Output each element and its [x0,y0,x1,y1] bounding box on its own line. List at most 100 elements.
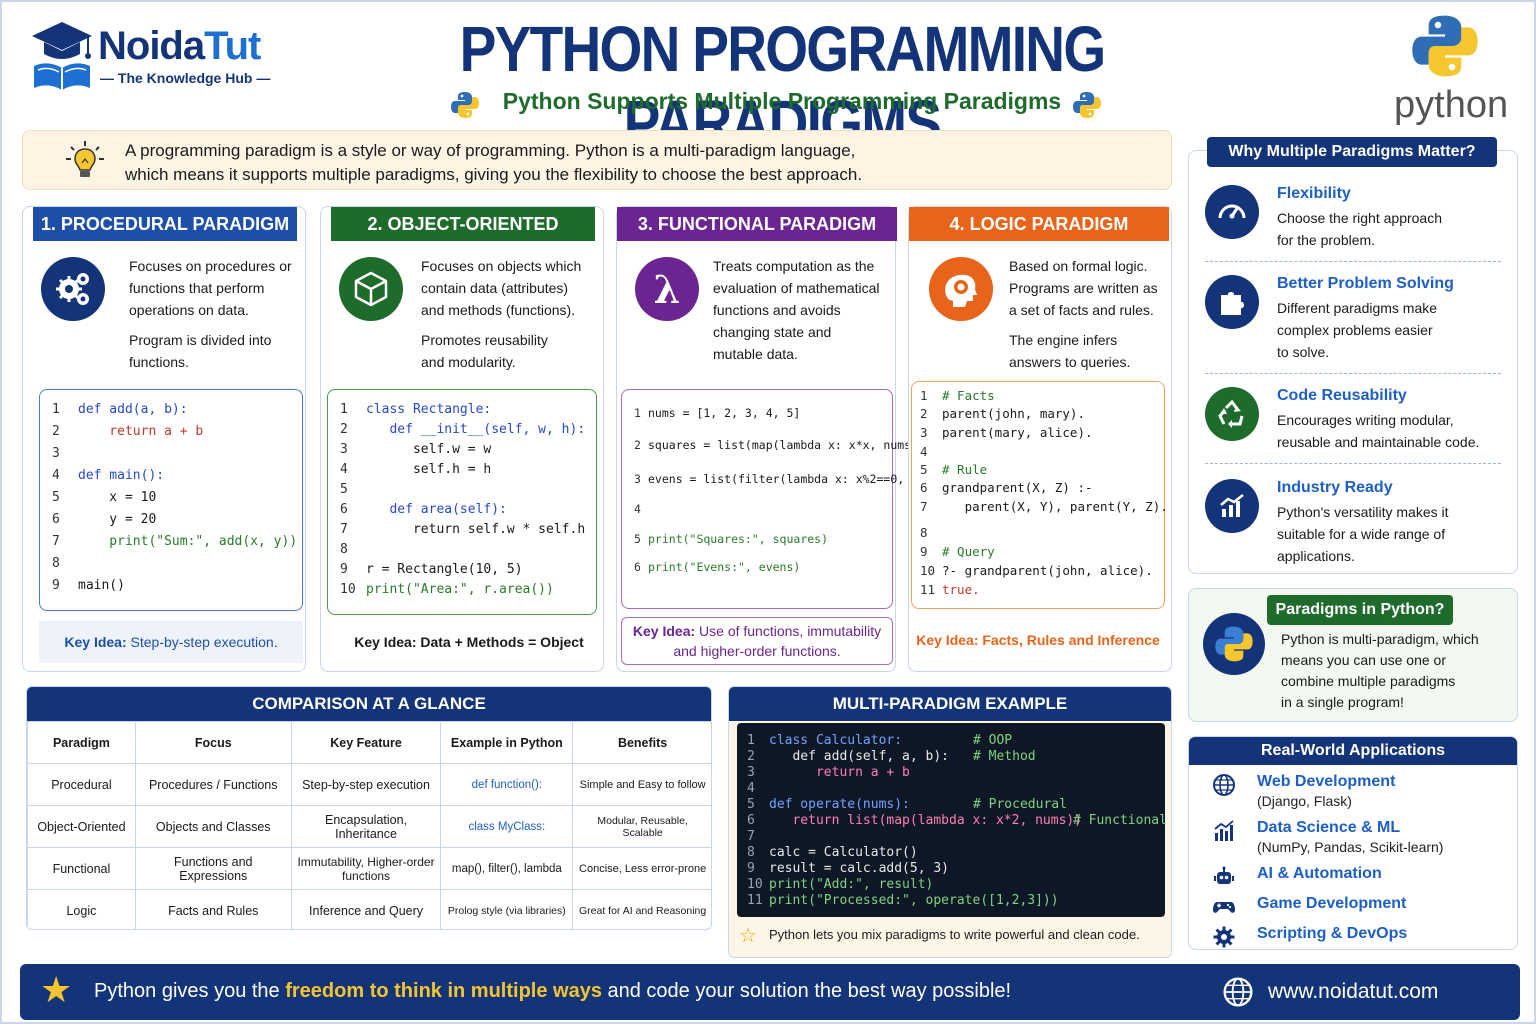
desc-line: functions. [129,354,189,370]
line-number: 7 [340,522,348,537]
table-cell: Procedures / Functions [134,763,292,806]
table-cell: Prolog style (via libraries) [440,889,574,929]
code-line: print("Area:", r.area()) [366,582,554,597]
line-number: 2 [747,749,755,764]
line-number: 6 [340,502,348,517]
why-item-desc: Choose the right approach for the problem… [1277,207,1507,251]
brand-name-part-b: Tut [204,24,261,68]
line-number: 5 [920,462,928,477]
table-cell: map(), filter(), lambda [440,847,574,890]
line-number: 8 [747,845,755,860]
brand-name-part-a: Noida [98,24,205,68]
code-line: true. [942,582,980,597]
table-cell: Functions and Expressions [134,847,292,890]
brand-name: NoidaTut [98,24,261,69]
code-line: return a + b [78,424,204,439]
app-subtitle: (Django, Flask) [1257,793,1352,809]
code-line: def add(a, b): [78,402,188,417]
app-title: Scripting & DevOps [1257,925,1408,942]
cube-icon [339,257,403,321]
line-number: 10 [340,582,356,597]
line-number: 6 [52,512,60,527]
code-line: result = calc.add(5, 3) [769,861,950,876]
desc-line: applications. [1277,548,1355,564]
desc-line: Different paradigms make [1277,300,1438,316]
table-row: Procedural Procedures / Functions Step-b… [27,763,711,806]
functional-key-idea: Key Idea: Use of functions, immutability… [621,617,893,665]
puzzle-icon [1205,275,1259,329]
desc-line: Program is divided into [129,332,272,348]
brand-logo[interactable]: NoidaTut — The Knowledge Hub — [30,18,280,98]
desc-line: Choose the right approach [1277,210,1442,226]
graduation-cap-icon [32,22,92,90]
paradigms-in-python-desc: Python is multi-paradigm, which means yo… [1281,629,1479,713]
key-idea-label: Key Idea: [632,623,696,639]
why-paradigms-panel: Why Multiple Paradigms Matter? Flexibili… [1188,137,1518,574]
functional-description: Treats computation as the evaluation of m… [713,255,885,373]
logic-key-idea: Key Idea: Facts, Rules and Inference [916,632,1160,648]
code-comment: # Procedural [973,797,1067,812]
line-number: 2 [52,424,60,439]
table-cell: Objects and Classes [134,805,292,848]
object-oriented-card: 2. OBJECT-ORIENTED PARADIGM Focuses on o… [320,206,604,672]
functional-code-block: 1 nums = [1, 2, 3, 4, 5] 2 squares = list(… [621,389,953,609]
line-number: 2 [340,422,348,437]
app-title: Web Development [1257,773,1396,790]
oop-description: Focuses on objects which contain data (at… [421,255,593,381]
globe-icon [1223,977,1253,1007]
lightbulb-icon [66,141,104,177]
code-line: main() [78,578,125,593]
desc-line: functions and avoids [713,302,841,318]
desc-line: contain data (attributes) [421,280,569,296]
globe-icon [1213,774,1235,796]
code-line: def add(self, a, b): [769,749,950,764]
oop-code-block: 1 class Rectangle: 2 def __init__(self, w… [327,389,597,615]
app-title: Game Development [1257,895,1407,912]
footer-message: Python gives you the freedom to think in… [94,980,1011,1003]
key-idea-text-2: and higher-order functions. [673,643,841,659]
line-number: 1 [634,406,641,420]
app-subtitle: (NumPy, Pandas, Scikit-learn) [1257,839,1444,855]
table-cell: Inference and Query [290,889,442,929]
line-number: 4 [747,781,755,796]
table-cell: Great for AI and Reasoning [572,889,711,929]
recycle-icon [1205,387,1259,441]
paradigms-in-python-panel: Paradigms in Python? Python is multi-par… [1188,588,1518,722]
code-line: print("Add:", result) [769,877,934,892]
line-number: 8 [52,556,60,571]
desc-line: and modularity. [421,354,516,370]
website-link[interactable]: www.noidatut.com [1268,980,1438,1004]
line-number: 8 [340,542,348,557]
python-logo: python [1392,10,1512,126]
desc-line: functions that perform [129,280,265,296]
code-line: return a + b [769,765,910,780]
line-number: 5 [747,797,755,812]
table-row: Logic Facts and Rules Inference and Quer… [27,889,711,929]
desc-line: reusable and maintainable code. [1277,434,1480,450]
code-line: parent(john, mary). [942,406,1085,421]
code-line: calc = Calculator() [769,845,918,860]
why-item-desc: Different paradigms make complex problems… [1277,297,1507,363]
code-line: # Rule [942,462,988,477]
table-cell: Encapsulation, Inheritance [290,805,442,848]
desc-line: suitable for a wide range of [1277,526,1446,542]
line-number: 1 [340,402,348,417]
line-number: 3 [634,472,641,486]
bar-chart-icon [1214,820,1234,841]
desc-line: changing state and [713,324,832,340]
logic-description: Based on formal logic. Programs are writt… [1009,255,1169,381]
procedural-description: Focuses on procedures or functions that p… [129,255,301,381]
python-logo-icon [1412,15,1478,77]
why-item-title: Better Problem Solving [1277,275,1454,292]
why-paradigms-title: Why Multiple Paradigms Matter? [1207,137,1497,167]
why-item-title: Industry Ready [1277,479,1393,496]
line-number: 6 [634,560,641,574]
intro-line-2: which means it supports multiple paradig… [125,165,863,184]
line-number: 1 [920,388,928,403]
column-header: Focus [134,721,292,764]
procedural-card-title: 1. PROCEDURAL PARADIGM [33,207,297,241]
why-item-desc: Encourages writing modular, reusable and … [1277,409,1507,453]
desc-line: combine multiple paradigms [1281,673,1456,689]
line-number: 9 [920,544,928,559]
table-cell: Procedural [27,763,136,806]
